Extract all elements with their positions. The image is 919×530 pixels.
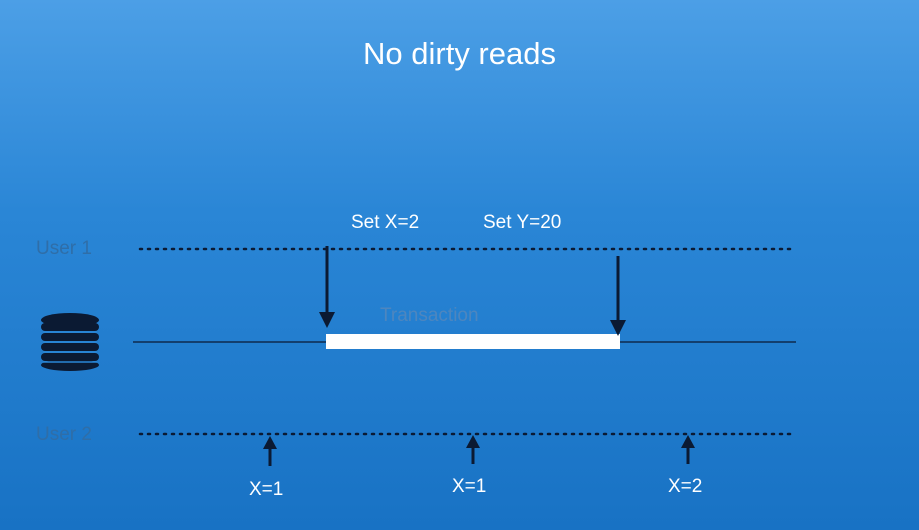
read-arrow-1: [263, 436, 277, 466]
database-icon: [41, 313, 99, 371]
write-arrow-set-y: [610, 256, 626, 336]
read-arrow-3: [681, 435, 695, 464]
read-arrow-2: [466, 435, 480, 464]
timeline-diagram: [41, 246, 798, 466]
write-arrow-set-x: [319, 246, 335, 328]
transaction-bar: [326, 334, 620, 349]
